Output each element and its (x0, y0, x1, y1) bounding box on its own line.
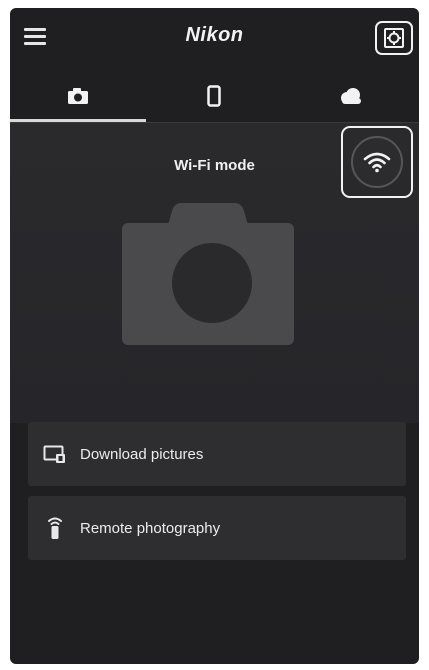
gear-icon (384, 28, 404, 48)
download-pictures-label: Download pictures (80, 445, 204, 463)
tab-camera[interactable] (10, 70, 146, 122)
remote-photography-button[interactable]: Remote photography (28, 496, 406, 560)
wifi-button-circle (351, 136, 403, 188)
tab-bar (10, 70, 419, 122)
tab-cloud[interactable] (282, 70, 419, 122)
download-pictures-button[interactable]: Download pictures (28, 422, 406, 486)
wifi-icon (363, 152, 391, 173)
app-screen: Nikon Wi-Fi mode Download pictures Remot… (10, 8, 419, 664)
top-bar: Nikon (10, 8, 419, 66)
settings-button[interactable] (375, 21, 413, 55)
remote-photography-label: Remote photography (80, 519, 221, 537)
wifi-mode-button[interactable] (341, 126, 413, 198)
download-pictures-icon (42, 441, 68, 467)
smartphone-icon (207, 85, 221, 107)
remote-photography-icon (42, 515, 68, 541)
mode-panel: Wi-Fi mode (10, 123, 419, 423)
camera-icon (68, 88, 88, 104)
brand-logo: Nikon (185, 24, 244, 46)
camera-icon (122, 203, 294, 345)
cloud-icon (340, 88, 361, 104)
tab-smart-device[interactable] (146, 70, 282, 122)
